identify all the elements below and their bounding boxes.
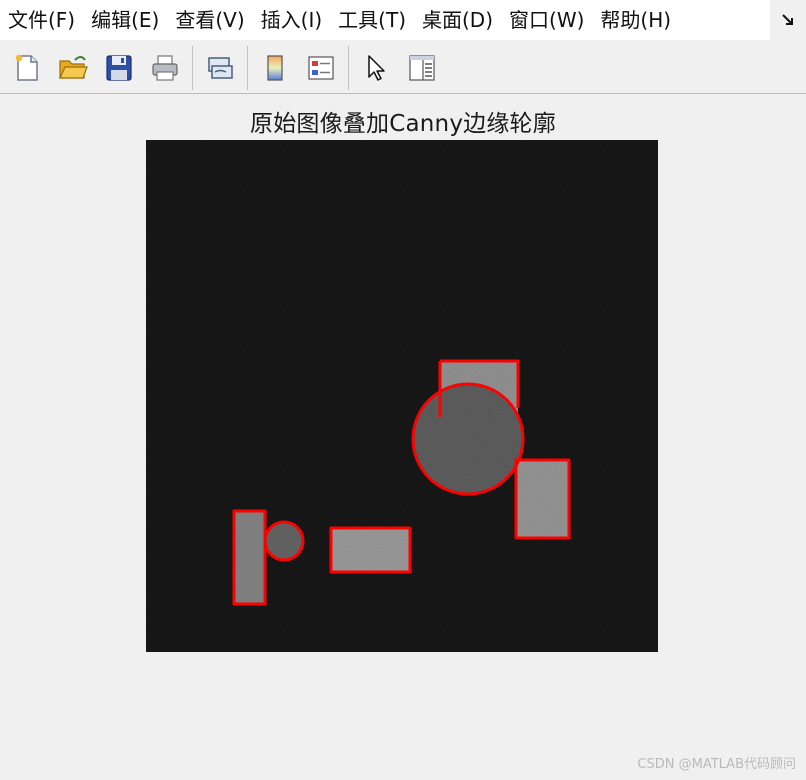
menu-tools[interactable]: 工具(T) — [330, 0, 414, 40]
shape-wide-rectangle — [331, 528, 410, 572]
save-figure-button[interactable] — [99, 48, 139, 88]
toolbar-separator — [192, 45, 193, 90]
insert-legend-button[interactable] — [301, 48, 341, 88]
insert-colorbar-button[interactable] — [255, 48, 295, 88]
floppy-disk-icon — [106, 54, 132, 81]
edge-overlay-image — [146, 140, 658, 652]
menu-insert[interactable]: 插入(I) — [253, 0, 331, 40]
image-axes[interactable] — [146, 140, 658, 652]
watermark: CSDN @MATLAB代码顾问 — [637, 757, 796, 772]
menu-bar: 文件(F) 编辑(E) 查看(V) 插入(I) 工具(T) 桌面(D) 窗口(W… — [0, 0, 806, 40]
open-file-button[interactable] — [53, 48, 93, 88]
image-noise — [146, 140, 658, 652]
figure-title: 原始图像叠加Canny边缘轮廓 — [250, 111, 556, 137]
link-plot-button[interactable] — [200, 48, 240, 88]
new-file-icon — [15, 54, 38, 81]
colorbar-icon — [267, 54, 283, 81]
menu-file[interactable]: 文件(F) — [0, 0, 83, 40]
menu-view[interactable]: 查看(V) — [167, 0, 252, 40]
dock-arrow-icon[interactable] — [770, 0, 806, 40]
edit-plot-button[interactable] — [356, 48, 396, 88]
printer-icon — [152, 54, 178, 81]
menu-edit[interactable]: 编辑(E) — [83, 0, 167, 40]
property-editor-button[interactable] — [402, 48, 442, 88]
shape-right-rectangle — [516, 460, 569, 538]
cursor-arrow-icon — [368, 54, 385, 81]
folder-open-icon — [59, 55, 88, 79]
print-figure-button[interactable] — [145, 48, 185, 88]
link-plot-icon — [208, 56, 233, 79]
matlab-figure-window: 文件(F) 编辑(E) 查看(V) 插入(I) 工具(T) 桌面(D) 窗口(W… — [0, 0, 806, 780]
property-panel-icon — [409, 54, 435, 81]
toolbar-separator — [348, 45, 349, 90]
new-figure-button[interactable] — [7, 48, 47, 88]
legend-icon — [308, 55, 334, 80]
shape-tall-rectangle — [234, 511, 265, 604]
menu-window[interactable]: 窗口(W) — [501, 0, 592, 40]
figure-toolbar — [0, 42, 806, 94]
menu-help[interactable]: 帮助(H) — [592, 0, 679, 40]
toolbar-separator — [247, 45, 248, 90]
menu-desktop[interactable]: 桌面(D) — [414, 0, 501, 40]
